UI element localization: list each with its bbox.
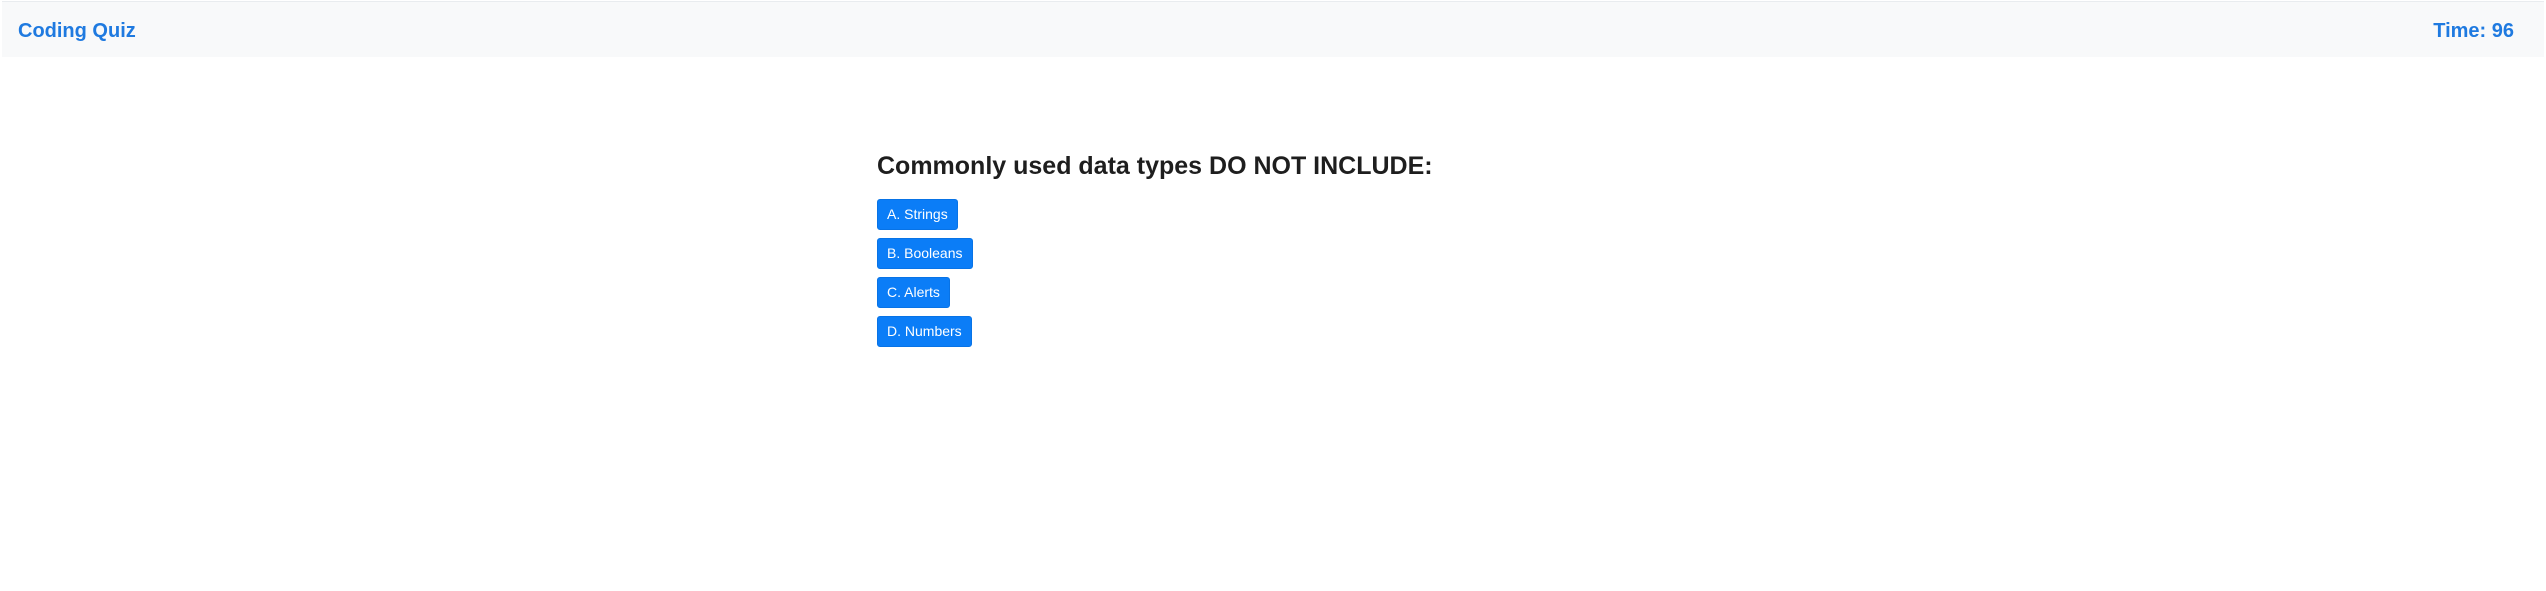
top-navbar: Coding Quiz Time: 96: [2, 1, 2544, 57]
quiz-timer: Time: 96: [2433, 20, 2514, 42]
answer-choice-c[interactable]: C. Alerts: [877, 277, 950, 308]
answer-choice-a[interactable]: A. Strings: [877, 199, 958, 230]
answer-choice-b[interactable]: B. Booleans: [877, 238, 973, 269]
question-text: Commonly used data types DO NOT INCLUDE:: [877, 152, 1433, 180]
answer-choice-d[interactable]: D. Numbers: [877, 316, 972, 347]
answer-choice-list: A. Strings B. Booleans C. Alerts D. Numb…: [877, 199, 1777, 347]
question-panel: Commonly used data types DO NOT INCLUDE:…: [877, 150, 1777, 355]
app-title-link[interactable]: Coding Quiz: [18, 19, 136, 43]
